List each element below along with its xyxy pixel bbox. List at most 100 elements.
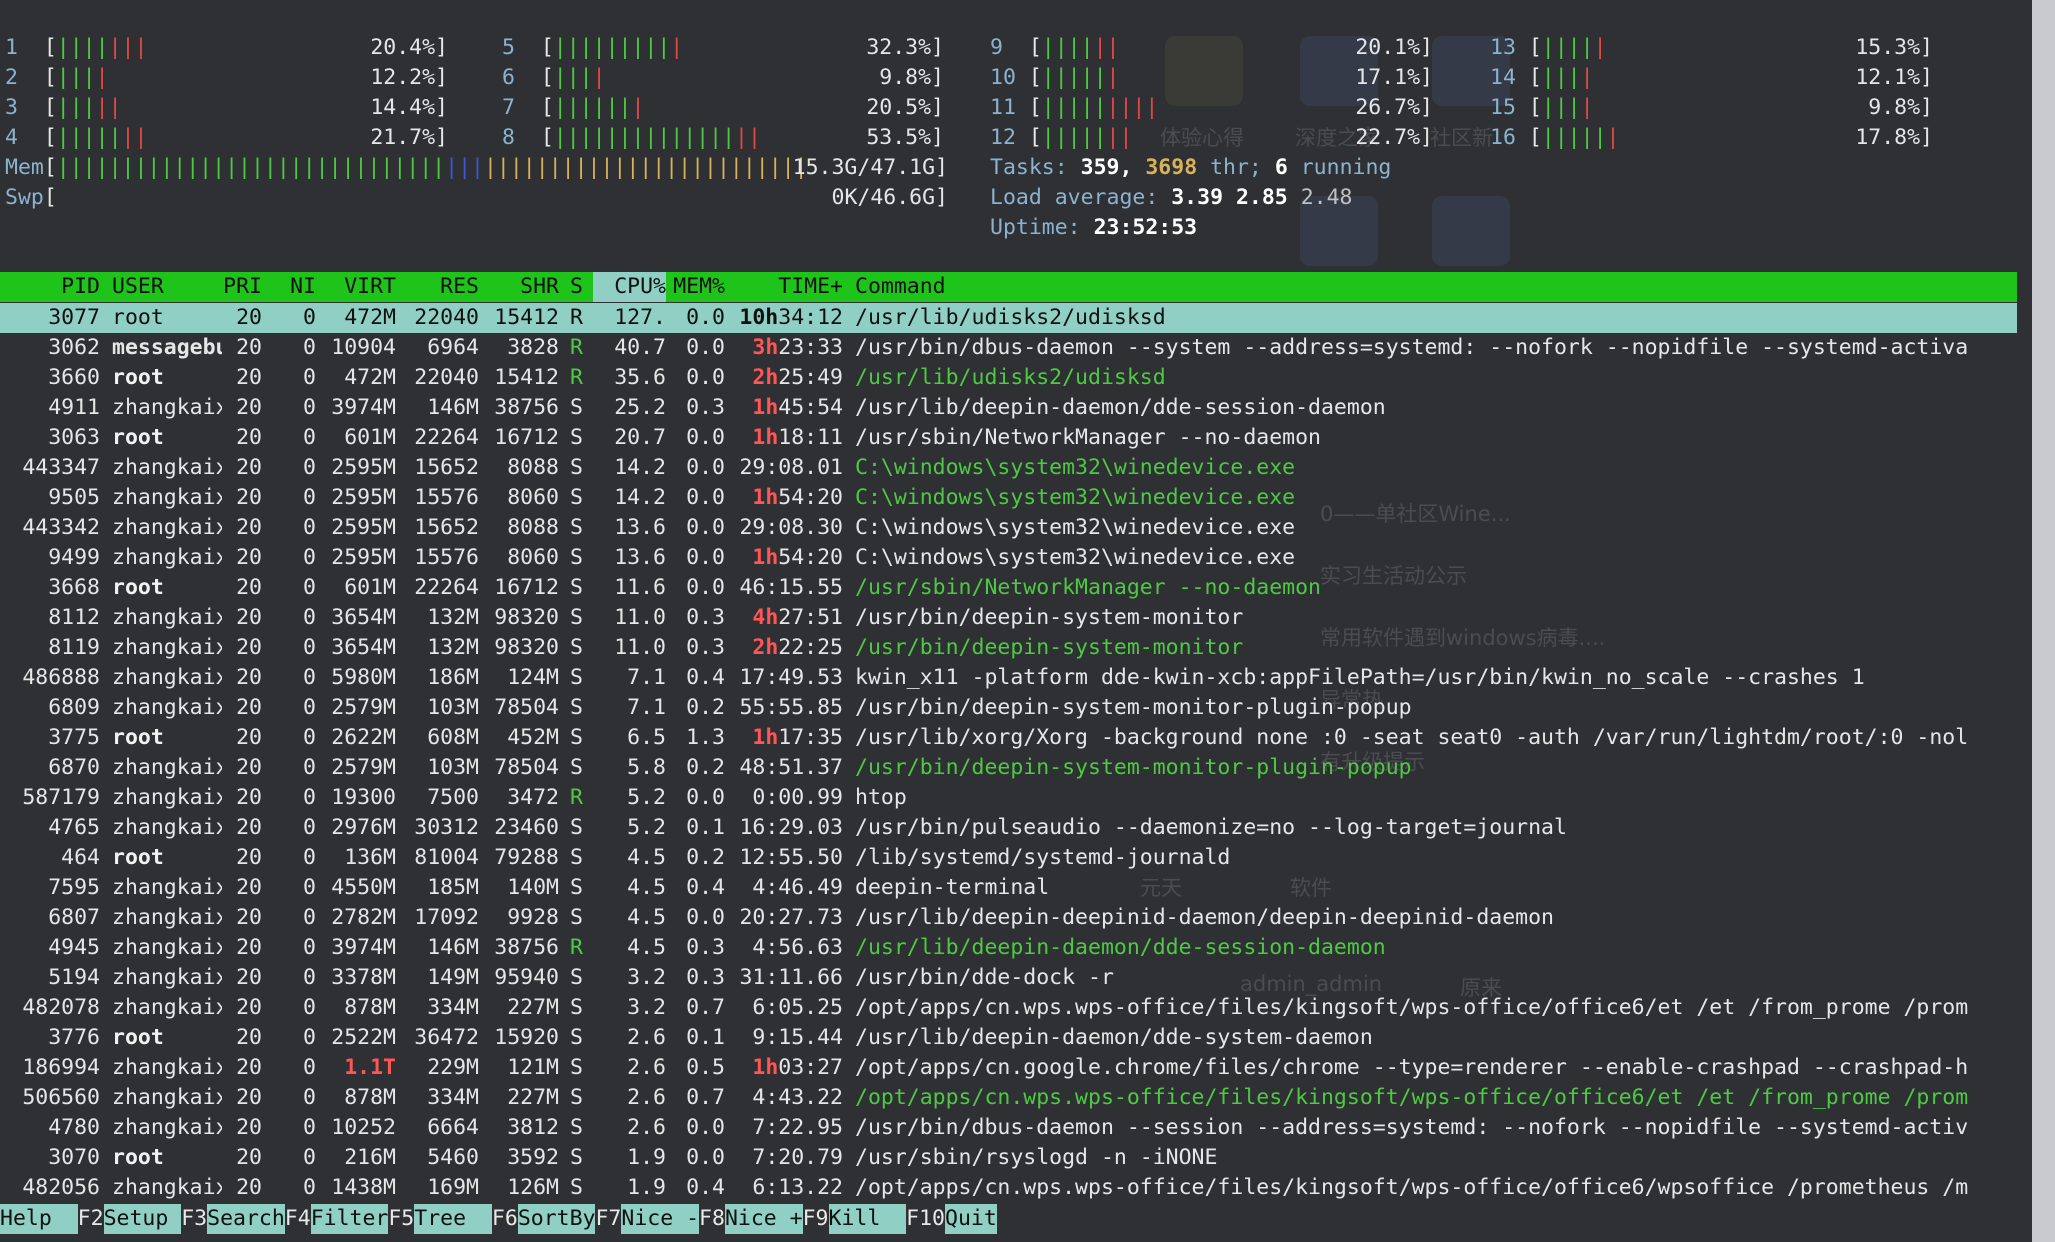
col-header-cpu[interactable]: CPU% — [593, 272, 666, 302]
cell-ni: 0 — [303, 905, 316, 930]
process-row[interactable]: 482056 zhangkaix 20 0 1438M 169M 126M S 1.9 0.4 6:… — [0, 1173, 2017, 1203]
fkey-button-help[interactable]: Help — [0, 1204, 78, 1234]
col-header-virt[interactable]: VIRT — [316, 272, 396, 302]
process-row[interactable]: 3660 root 20 0 472M 22040 15412 R 35.6 0.0 2h25:49… — [0, 363, 2017, 393]
cpu-bar-normal: ||| — [56, 95, 96, 120]
process-row[interactable]: 587179 zhangkaix 20 0 19300 7500 3472 R 5.2 0.0 0:… — [0, 783, 2017, 813]
cpu-number: 1 — [5, 35, 18, 60]
cell-cpu: 127. — [614, 305, 666, 330]
cell-pri: 20 — [236, 395, 262, 420]
cpu-meter-3: 3 [||||| — [5, 93, 122, 123]
process-row[interactable]: 486888 zhangkaix 20 0 5980M 186M 124M S 7.1 0.4 17… — [0, 663, 2017, 693]
fkey-button-sortby[interactable]: SortBy — [517, 1204, 596, 1234]
cell-pid: 6870 — [48, 755, 100, 780]
process-row[interactable]: 3668 root 20 0 601M 22264 16712 S 11.6 0.0 46:15.5… — [0, 573, 2017, 603]
cell-res: 334M — [427, 1085, 479, 1110]
cell-cmd: /usr/bin/deepin-system-monitor-plugin-po… — [855, 695, 1412, 720]
process-row[interactable]: 3070 root 20 0 216M 5460 3592 S 1.9 0.0 7:20.79/us… — [0, 1143, 2017, 1173]
cell-pri: 20 — [236, 1175, 262, 1200]
process-row[interactable]: 3776 root 20 0 2522M 36472 15920 S 2.6 0.1 9:15.44… — [0, 1023, 2017, 1053]
process-row[interactable]: 6870 zhangkaix 20 0 2579M 103M 78504 S 5.8 0.2 48:… — [0, 753, 2017, 783]
cell-virt: 3654M — [331, 605, 396, 630]
fkey-button-quit[interactable]: Quit — [945, 1204, 997, 1234]
time-rest: 4:46.49 — [752, 875, 843, 900]
cpu-bar-kernel: | — [1606, 125, 1620, 150]
cell-pri: 20 — [236, 905, 262, 930]
process-row[interactable]: 5194 zhangkaix 20 0 3378M 149M 95940 S 3.2 0.3 31:… — [0, 963, 2017, 993]
col-header-time[interactable]: TIME+ — [725, 272, 843, 302]
time-rest: 48:51.37 — [739, 755, 843, 780]
process-row[interactable]: 4911 zhangkaix 20 0 3974M 146M 38756 S 25.2 0.3 1h… — [0, 393, 2017, 423]
process-row[interactable]: 4780 zhangkaix 20 0 10252 6664 3812 S 2.6 0.0 7:22… — [0, 1113, 2017, 1143]
process-row[interactable]: 9505 zhangkaix 20 0 2595M 15576 8060 S 14.2 0.0 1h… — [0, 483, 2017, 513]
process-row[interactable]: 443347 zhangkaix 20 0 2595M 15652 8088 S 14.2 0.0… — [0, 453, 2017, 483]
process-row[interactable]: 4765 zhangkaix 20 0 2976M 30312 23460 S 5.2 0.1 16… — [0, 813, 2017, 843]
cell-s: S — [570, 1115, 583, 1140]
process-row[interactable]: 6807 zhangkaix 20 0 2782M 17092 9928 S 4.5 0.0 20:… — [0, 903, 2017, 933]
col-header-cmd[interactable]: Command — [855, 272, 2015, 302]
cell-pri: 20 — [236, 1115, 262, 1140]
col-header-pri[interactable]: PRI — [206, 272, 262, 302]
cell-shr: 8088 — [507, 515, 559, 540]
cell-mem: 0.7 — [686, 1085, 725, 1110]
process-row[interactable]: 7595 zhangkaix 20 0 4550M 185M 140M S 4.5 0.4 4:46… — [0, 873, 2017, 903]
cell-time: 1h18:11 — [725, 423, 843, 453]
col-header-mem[interactable]: MEM% — [666, 272, 725, 302]
cell-s: S — [570, 545, 583, 570]
fkey-button-nice-[interactable]: Nice - — [621, 1204, 700, 1234]
fkey-button-tree[interactable]: Tree — [414, 1204, 492, 1234]
fkey-button-setup[interactable]: Setup — [103, 1204, 182, 1234]
cell-virt: 601M — [344, 425, 396, 450]
fkey-button-filter[interactable]: Filter — [310, 1204, 389, 1234]
fkey-button-nice-[interactable]: Nice + — [724, 1204, 803, 1234]
process-row[interactable]: 4945 zhangkaix 20 0 3974M 146M 38756 R 4.5 0.3 4:5… — [0, 933, 2017, 963]
time-hours: 2h — [752, 365, 779, 390]
process-row[interactable]: 8112 zhangkaix 20 0 3654M 132M 98320 S 11.0 0.3 4h… — [0, 603, 2017, 633]
cell-pid: 443347 — [22, 455, 100, 480]
col-header-pid[interactable]: PID — [0, 272, 100, 302]
cell-cpu: 2.6 — [627, 1055, 666, 1080]
cell-mem: 0.0 — [686, 425, 725, 450]
time-hours: 10h — [739, 305, 779, 330]
cell-mem: 0.0 — [686, 305, 725, 330]
cell-virt: 216M — [344, 1145, 396, 1170]
tasks-count: 359, — [1080, 155, 1133, 180]
cpu-meter-12: 12 [||||||| — [990, 123, 1132, 153]
process-row[interactable]: 3063 root 20 0 601M 22264 16712 S 20.7 0.0 1h18:11… — [0, 423, 2017, 453]
cell-mem: 0.0 — [686, 575, 725, 600]
process-row[interactable]: 9499 zhangkaix 20 0 2595M 15576 8060 S 13.6 0.0 1h… — [0, 543, 2017, 573]
process-row[interactable]: 3775 root 20 0 2622M 608M 452M S 6.5 1.3 1h17:35/u… — [0, 723, 2017, 753]
threads-label: thr; — [1210, 155, 1262, 180]
time-hours: 1h — [752, 425, 779, 450]
cell-res: 103M — [427, 695, 479, 720]
col-header-shr[interactable]: SHR — [479, 272, 559, 302]
col-header-res[interactable]: RES — [396, 272, 479, 302]
cell-time: 1h03:27 — [725, 1053, 843, 1083]
cell-cpu: 11.6 — [614, 575, 666, 600]
cell-pid: 464 — [61, 845, 100, 870]
fkey-button-search[interactable]: Search — [207, 1204, 285, 1234]
cell-virt: 4550M — [331, 875, 396, 900]
process-row[interactable]: 3077 root 20 0 472M 22040 15412 R 127. 0.0 10h34:1… — [0, 303, 2017, 333]
cell-pid: 5194 — [48, 965, 100, 990]
process-row[interactable]: 8119 zhangkaix 20 0 3654M 132M 98320 S 11.0 0.3 2h… — [0, 633, 2017, 663]
swap-value: 0K/46.6G] — [831, 185, 949, 210]
cell-cmd: /lib/systemd/systemd-journald — [855, 845, 1231, 870]
cell-time: 55:55.85 — [725, 693, 843, 723]
cell-res: 6964 — [427, 335, 479, 360]
process-row[interactable]: 6809 zhangkaix 20 0 2579M 103M 78504 S 7.1 0.2 55:… — [0, 693, 2017, 723]
process-row[interactable]: 506560 zhangkaix 20 0 878M 334M 227M S 2.6 0.7 4:4… — [0, 1083, 2017, 1113]
fkey-button-kill[interactable]: Kill — [828, 1204, 907, 1234]
time-hours: 4h — [752, 605, 779, 630]
process-row[interactable]: 464 root 20 0 136M 81004 79288 S 4.5 0.2 12:55.50/… — [0, 843, 2017, 873]
col-header-s[interactable]: S — [570, 272, 590, 302]
process-row[interactable]: 443342 zhangkaix 20 0 2595M 15652 8088 S 13.6 0.0… — [0, 513, 2017, 543]
process-row[interactable]: 3062 messagebu 20 0 10904 6964 3828 R 40.7 0.0 3h2… — [0, 333, 2017, 363]
process-row[interactable]: 186994 zhangkaix 20 0 1.1T 229M 121M S 2.6 0.5 1h0… — [0, 1053, 2017, 1083]
col-header-ni[interactable]: NI — [262, 272, 316, 302]
cell-cpu: 3.2 — [627, 995, 666, 1020]
cpu-bar-normal: |||||||||||||| — [553, 125, 736, 150]
cell-s: S — [570, 1085, 583, 1110]
mem-value: 15.3G/47.1G] — [792, 155, 948, 180]
process-row[interactable]: 482078 zhangkaix 20 0 878M 334M 227M S 3.2 0.7 6:0… — [0, 993, 2017, 1023]
